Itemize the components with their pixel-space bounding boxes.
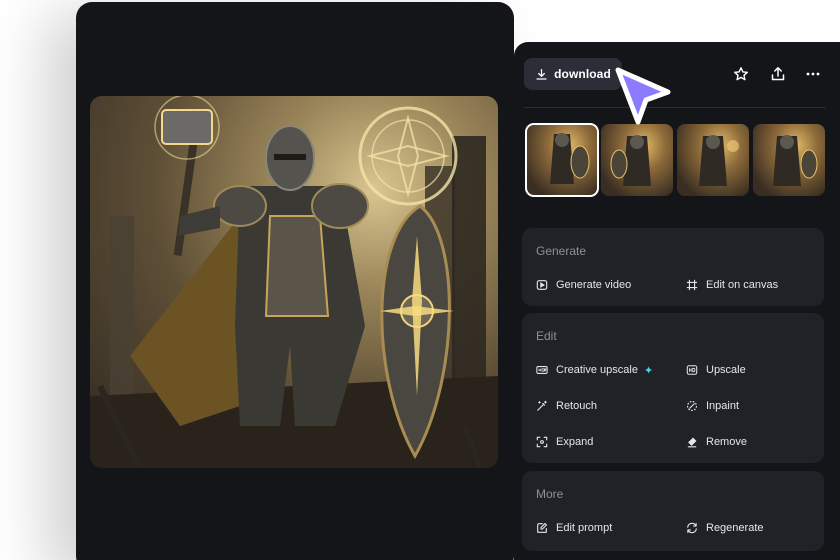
thumbnail-3[interactable] xyxy=(677,124,749,196)
remove-button[interactable]: Remove xyxy=(686,433,747,451)
generate-video-button[interactable]: Generate video xyxy=(536,276,631,294)
retouch-button[interactable]: Retouch xyxy=(536,397,597,415)
download-icon xyxy=(536,68,547,80)
thumbnail-1[interactable] xyxy=(525,123,599,197)
generate-title: Generate xyxy=(536,244,587,258)
divider xyxy=(524,107,826,108)
generated-image[interactable] xyxy=(90,96,498,468)
canvas-icon xyxy=(686,279,698,291)
expand-icon xyxy=(536,436,548,448)
refresh-icon xyxy=(687,522,697,534)
magic-wand-icon xyxy=(537,400,547,411)
edit-prompt-button[interactable]: Edit prompt xyxy=(536,519,612,537)
toolbar: download xyxy=(524,58,840,92)
image-preview-panel xyxy=(76,2,514,560)
inpaint-icon xyxy=(686,400,698,412)
creative-upscale-button[interactable]: Creative upscale ✦ xyxy=(536,361,653,379)
hdr-icon xyxy=(536,366,548,374)
edit-section: Edit Creative upscale ✦ Upscale Retouch … xyxy=(522,313,824,463)
pointer-cursor-icon xyxy=(615,67,671,125)
share-icon[interactable] xyxy=(768,64,788,84)
expand-button[interactable]: Expand xyxy=(536,433,593,451)
download-label: download xyxy=(554,67,611,81)
thumbnail-4[interactable] xyxy=(753,124,825,196)
sparkle-icon: ✦ xyxy=(643,364,654,377)
edit-prompt-icon xyxy=(537,522,548,533)
hd-icon xyxy=(686,365,698,375)
more-icon[interactable] xyxy=(803,64,823,84)
more-section: More Edit prompt Regenerate xyxy=(522,471,824,551)
play-icon xyxy=(536,280,548,290)
actions-panel: download Generate Generate video Edit on… xyxy=(514,42,840,560)
eraser-icon xyxy=(687,437,697,448)
regenerate-button[interactable]: Regenerate xyxy=(686,519,764,537)
edit-on-canvas-button[interactable]: Edit on canvas xyxy=(686,276,778,294)
generate-section: Generate Generate video Edit on canvas xyxy=(522,228,824,306)
thumbnail-2[interactable] xyxy=(601,124,673,196)
thumbnail-strip xyxy=(525,123,840,198)
more-title: More xyxy=(536,487,564,501)
star-icon[interactable] xyxy=(731,64,751,84)
inpaint-button[interactable]: Inpaint xyxy=(686,397,739,415)
upscale-button[interactable]: Upscale xyxy=(686,361,746,379)
edit-title: Edit xyxy=(536,329,557,343)
